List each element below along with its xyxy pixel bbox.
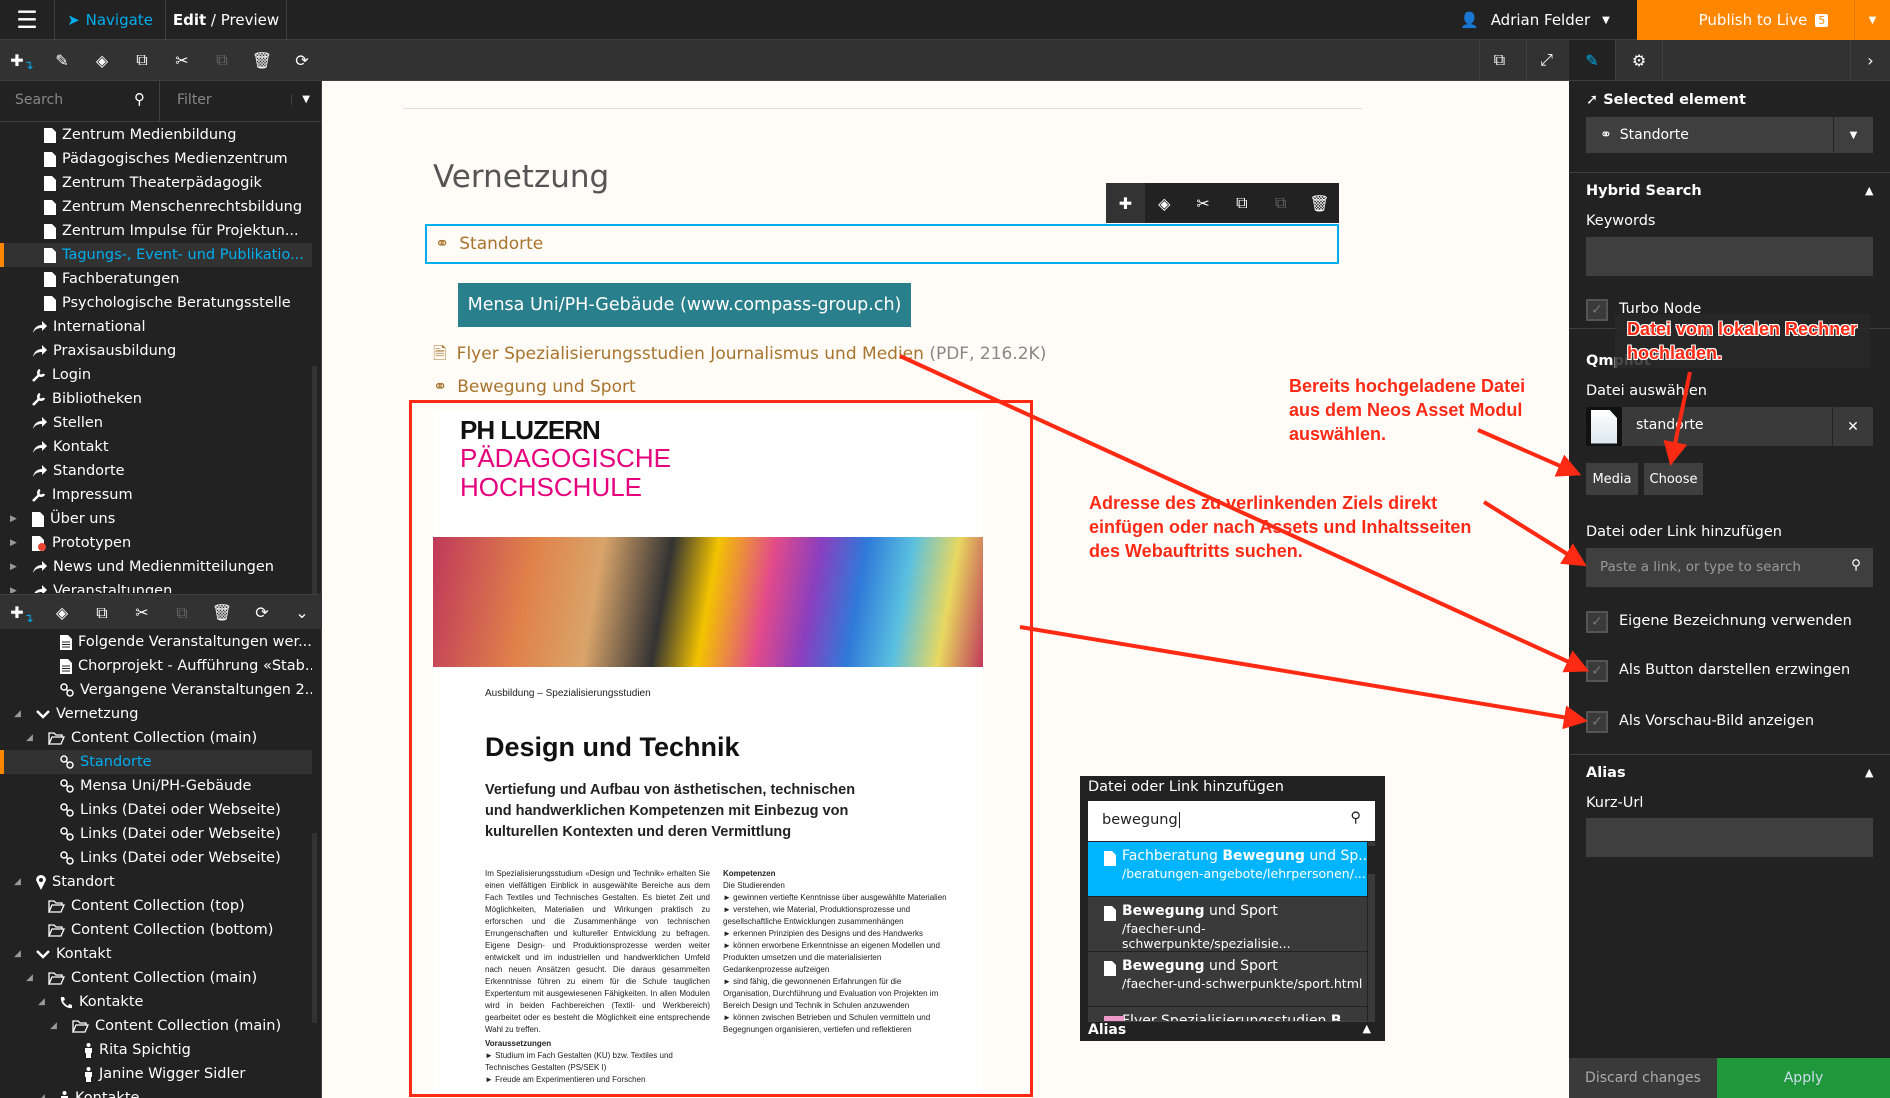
annotation-arrows [899, 354, 1692, 730]
arrow-to-force-button [899, 354, 1590, 673]
arrow-to-preview-image [1019, 625, 1588, 730]
arrow-to-choose [1663, 371, 1692, 466]
arrow-to-link-input [1482, 500, 1587, 567]
arrow-to-media [1477, 428, 1582, 477]
